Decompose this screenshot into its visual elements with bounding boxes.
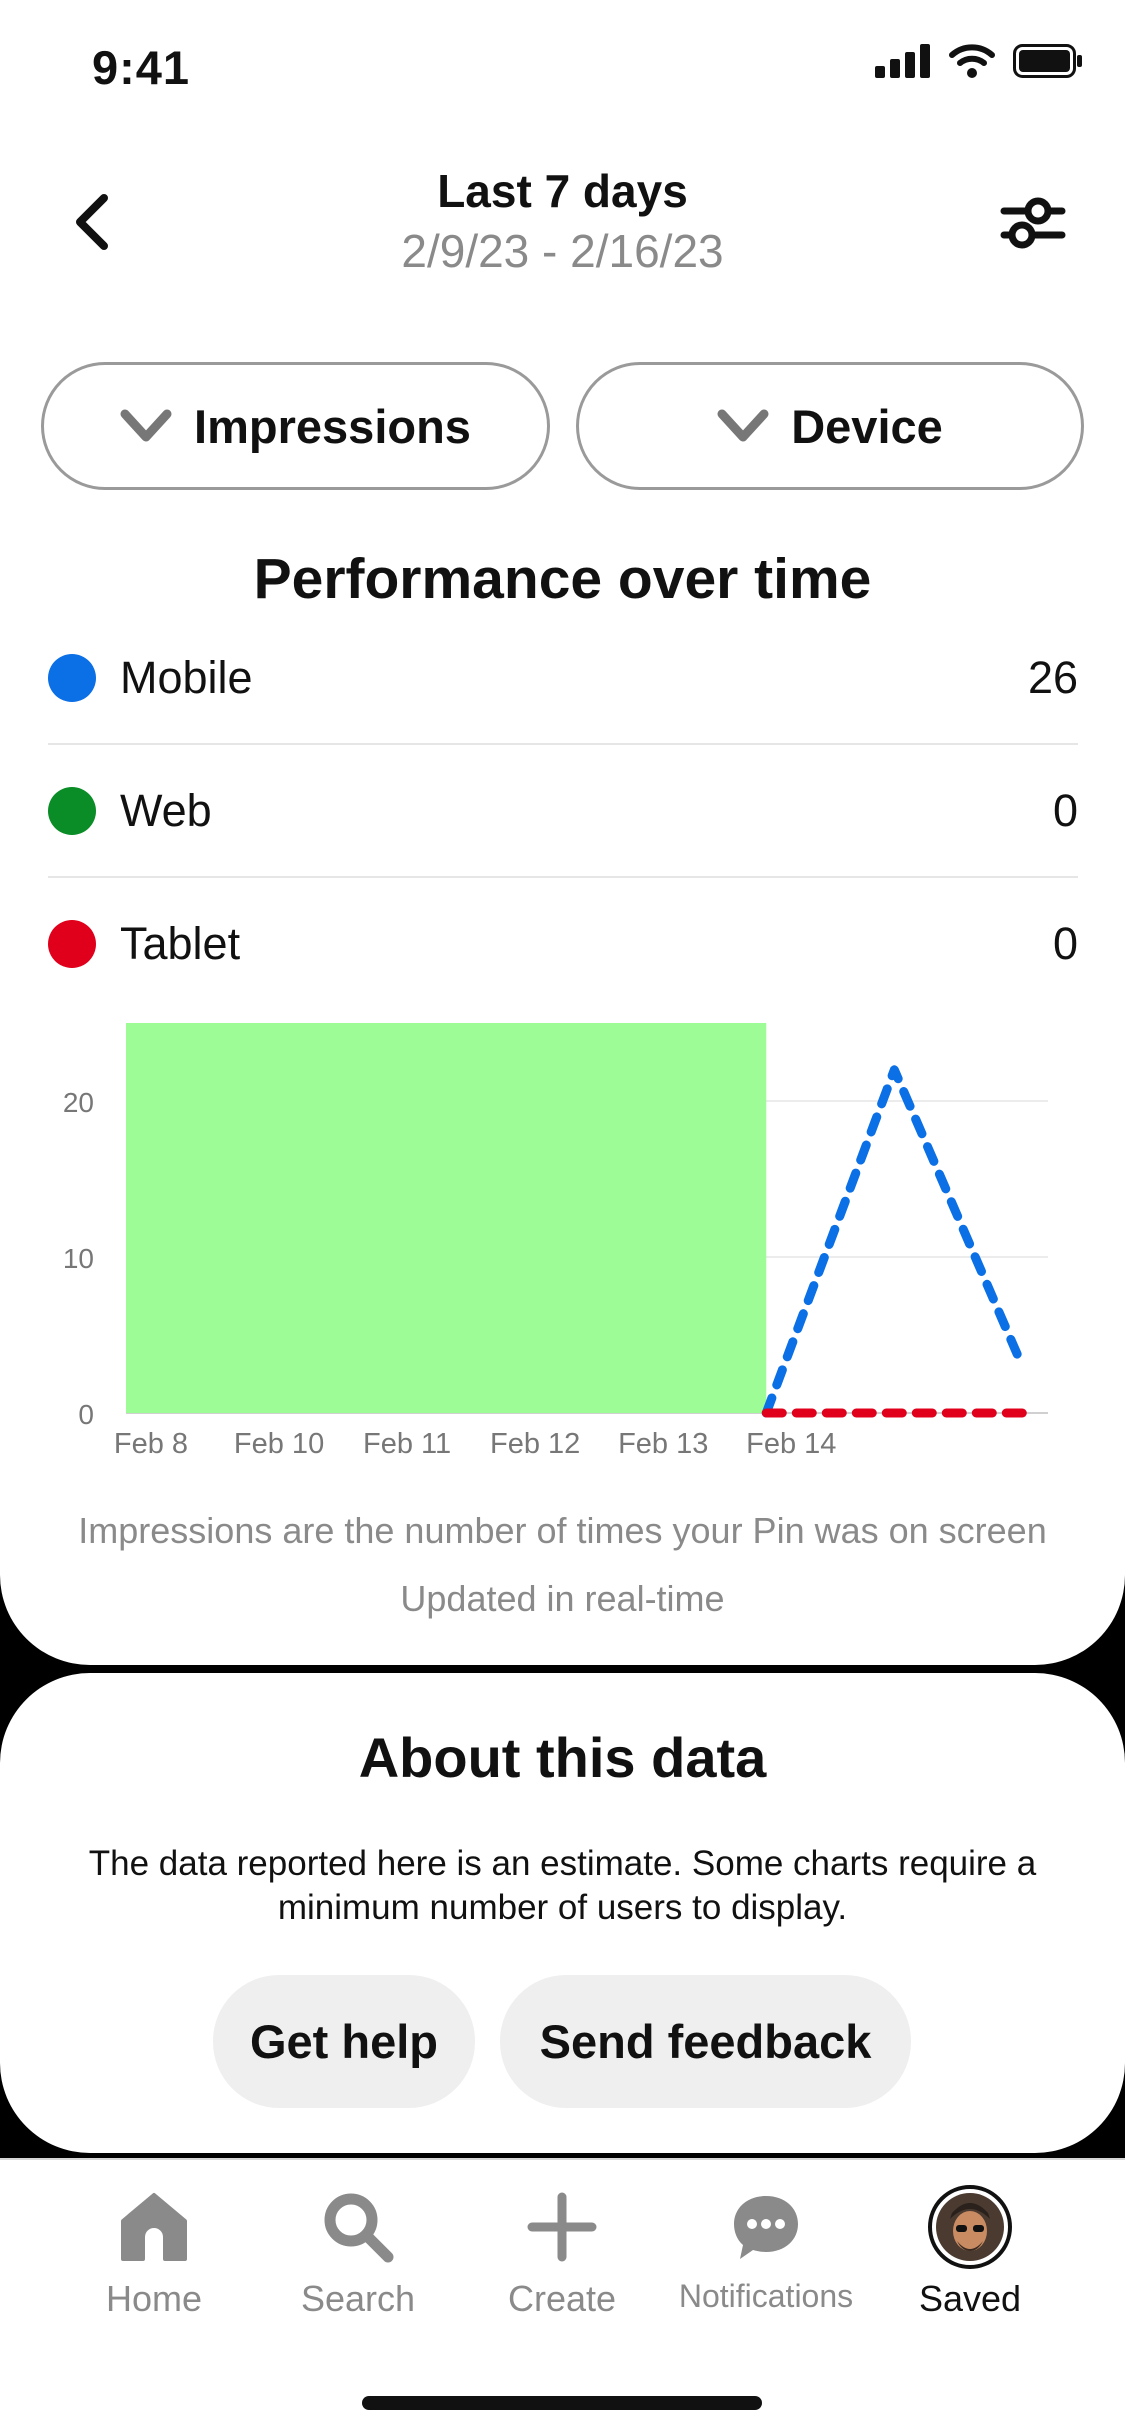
x-tick-label: Feb 8 [114, 1428, 188, 1460]
legend-label: Mobile [120, 652, 253, 703]
performance-chart: 0 10 20 Feb 8 Feb 10 Feb 11 Feb 12 Feb 13 Feb 14 [63, 1023, 1048, 1460]
date-range: 2/9/23 - 2/16/23 [401, 225, 724, 277]
plus-icon [527, 2192, 597, 2262]
x-tick-label: Feb 13 [618, 1428, 708, 1460]
legend-label: Tablet [120, 918, 241, 969]
x-tick-label: Feb 14 [746, 1428, 836, 1460]
home-indicator [362, 2396, 762, 2410]
x-tick-label: Feb 12 [490, 1428, 580, 1460]
about-text: The data reported here is an estimate. S… [88, 1844, 1037, 1927]
series-line-mobile [761, 1065, 1027, 1418]
metric-dropdown[interactable]: Impressions [41, 362, 550, 490]
y-tick-label: 20 [63, 1087, 94, 1118]
sliders-icon [1000, 197, 1066, 249]
tab-notifications[interactable]: Notifications [666, 2182, 866, 2322]
impressions-note: Impressions are the number of times your… [78, 1510, 1047, 1551]
status-time: 9:41 [92, 41, 191, 94]
legend-label: Web [120, 785, 212, 836]
battery-icon [1013, 44, 1082, 78]
legend-value: 0 [1052, 785, 1078, 836]
legend-dot [48, 654, 96, 702]
home-icon [121, 2193, 187, 2261]
get-help-button[interactable]: Get help [213, 1975, 475, 2108]
avatar [928, 2185, 1012, 2269]
y-tick-label: 10 [63, 1243, 94, 1274]
tab-label: Create [507, 2278, 617, 2319]
signal-icon [875, 44, 930, 78]
legend-row-web: Web 0 [48, 745, 1078, 877]
legend-dot [48, 920, 96, 968]
legend-dot [48, 787, 96, 835]
send-feedback-button[interactable]: Send feedback [500, 1975, 911, 2108]
tab-home[interactable]: Home [54, 2182, 254, 2322]
y-tick-label: 0 [78, 1399, 94, 1430]
legend-row-mobile: Mobile 26 [48, 612, 1078, 744]
search-icon [324, 2193, 394, 2263]
tab-bar: Home Search Create Notifications Saved [0, 2158, 1125, 2436]
legend-value: 0 [1052, 918, 1078, 969]
chevron-down-icon [120, 409, 172, 442]
section-title: Performance over time [253, 547, 872, 611]
legend-value: 26 [1027, 652, 1078, 703]
page-title: Last 7 days [437, 165, 688, 217]
tab-saved[interactable]: Saved [870, 2182, 1070, 2322]
x-tick-label: Feb 11 [363, 1428, 451, 1460]
breakdown-dropdown-label: Device [791, 399, 943, 453]
tab-label: Search [300, 2278, 416, 2319]
tab-label: Saved [918, 2278, 1022, 2319]
legend-row-tablet: Tablet 0 [48, 878, 1078, 1010]
status-icons [875, 44, 1083, 78]
tab-label: Notifications [678, 2278, 854, 2314]
about-title: About this data [358, 1726, 767, 1789]
filters-button[interactable] [996, 188, 1070, 258]
updated-note: Updated in real-time [400, 1578, 725, 1619]
metric-dropdown-label: Impressions [194, 399, 471, 453]
breakdown-dropdown[interactable]: Device [576, 362, 1084, 490]
chat-bubble-icon [734, 2196, 798, 2259]
tab-search[interactable]: Search [258, 2182, 458, 2322]
tab-label: Home [105, 2278, 203, 2319]
shaded-region [126, 1023, 767, 1413]
x-tick-label: Feb 10 [234, 1428, 324, 1460]
chevron-down-icon [717, 409, 769, 442]
wifi-icon [949, 44, 995, 78]
tab-create[interactable]: Create [462, 2182, 662, 2322]
